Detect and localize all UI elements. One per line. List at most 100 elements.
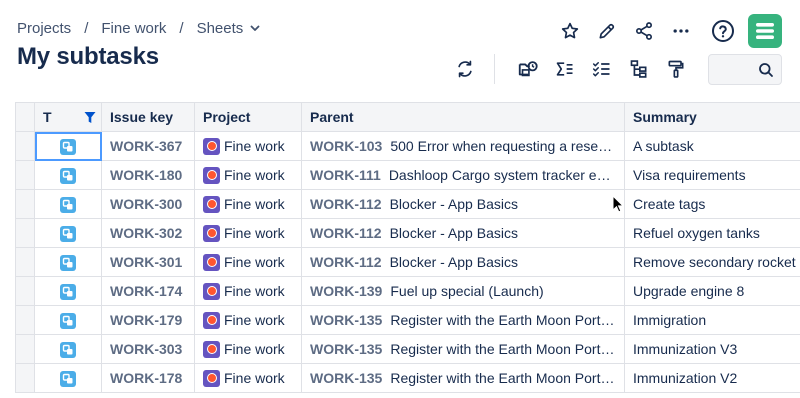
cell-issue-key[interactable]: WORK-367 [101,131,195,161]
row-handle[interactable] [15,160,35,190]
cell-parent[interactable]: WORK-112 Blocker - App Basics [301,189,625,219]
app-logo-icon[interactable] [748,14,782,48]
folder-clock-icon[interactable] [513,54,543,84]
cell-summary[interactable]: Immunization V2 [624,363,800,393]
table-row[interactable]: WORK-300 Fine work WORK-112 Blocker - App B… [15,189,800,219]
breadcrumb-projects[interactable]: Projects [17,20,71,37]
column-header-project[interactable]: Project [194,102,302,132]
cell-parent[interactable]: WORK-135 Register with the Earth Moon Por… [301,334,625,364]
hierarchy-icon[interactable] [624,54,654,84]
refresh-icon[interactable] [450,54,480,84]
help-icon[interactable] [708,16,738,46]
search-input[interactable] [709,55,757,84]
cell-type[interactable] [34,189,102,219]
cell-project[interactable]: Fine work [194,363,302,393]
parent-key-link[interactable]: WORK-135 [310,312,382,328]
issue-key-link[interactable]: WORK-302 [110,225,182,241]
cell-project[interactable]: Fine work [194,160,302,190]
cell-type[interactable] [34,334,102,364]
share-icon[interactable] [629,16,659,46]
issue-key-link[interactable]: WORK-179 [110,312,182,328]
cell-summary[interactable]: Upgrade engine 8 [624,276,800,306]
issue-key-link[interactable]: WORK-180 [110,167,182,183]
cell-issue-key[interactable]: WORK-302 [101,218,195,248]
more-icon[interactable] [666,16,696,46]
chevron-down-icon[interactable] [249,22,261,34]
parent-key-link[interactable]: WORK-103 [310,138,382,154]
issue-key-link[interactable]: WORK-367 [110,138,182,154]
cell-parent[interactable]: WORK-103 500 Error when requesting a rese… [301,131,625,161]
row-handle[interactable] [15,131,35,161]
subtasks-grid[interactable]: T Issue key Project Parent Summary WORK-… [15,102,800,398]
parent-key-link[interactable]: WORK-135 [310,341,382,357]
issue-key-link[interactable]: WORK-178 [110,370,182,386]
cell-summary[interactable]: A subtask [624,131,800,161]
cell-issue-key[interactable]: WORK-301 [101,247,195,277]
cell-type[interactable] [34,247,102,277]
cell-summary[interactable]: Visa requirements [624,160,800,190]
parent-key-link[interactable]: WORK-135 [310,370,382,386]
cell-type[interactable] [34,160,102,190]
cell-project[interactable]: Fine work [194,218,302,248]
checklist-icon[interactable] [587,54,617,84]
parent-key-link[interactable]: WORK-112 [310,225,382,241]
row-handle[interactable] [15,363,35,393]
issue-key-link[interactable]: WORK-174 [110,283,182,299]
cell-type[interactable] [34,218,102,248]
row-handle[interactable] [15,218,35,248]
parent-key-link[interactable]: WORK-112 [310,196,382,212]
cell-type[interactable] [34,131,102,161]
row-handle[interactable] [15,334,35,364]
row-handle[interactable] [15,305,35,335]
cell-project[interactable]: Fine work [194,131,302,161]
cell-issue-key[interactable]: WORK-179 [101,305,195,335]
cell-project[interactable]: Fine work [194,334,302,364]
parent-key-link[interactable]: WORK-139 [310,283,382,299]
column-header-parent[interactable]: Parent [301,102,625,132]
row-handle[interactable] [15,189,35,219]
table-row[interactable]: WORK-174 Fine work WORK-139 Fuel up special… [15,276,800,306]
cell-parent[interactable]: WORK-139 Fuel up special (Launch) [301,276,625,306]
cell-issue-key[interactable]: WORK-180 [101,160,195,190]
table-row[interactable]: WORK-302 Fine work WORK-112 Blocker - App B… [15,218,800,248]
star-icon[interactable] [555,16,585,46]
cell-parent[interactable]: WORK-135 Register with the Earth Moon Por… [301,363,625,393]
row-handle[interactable] [15,276,35,306]
cell-type[interactable] [34,363,102,393]
issue-key-link[interactable]: WORK-303 [110,341,182,357]
cell-summary[interactable]: Create tags [624,189,800,219]
cell-parent[interactable]: WORK-135 Register with the Earth Moon Por… [301,305,625,335]
cell-issue-key[interactable]: WORK-174 [101,276,195,306]
table-row[interactable]: WORK-367 Fine work WORK-103 500 Error when … [15,131,800,161]
cell-parent[interactable]: WORK-112 Blocker - App Basics [301,247,625,277]
cell-project[interactable]: Fine work [194,189,302,219]
row-handle[interactable] [15,247,35,277]
column-header-issue-key[interactable]: Issue key [101,102,195,132]
filter-icon[interactable] [84,111,96,127]
cell-issue-key[interactable]: WORK-300 [101,189,195,219]
breadcrumb-fine-work[interactable]: Fine work [101,20,166,37]
cell-type[interactable] [34,276,102,306]
parent-key-link[interactable]: WORK-112 [310,254,382,270]
pencil-icon[interactable] [592,16,622,46]
cell-parent[interactable]: WORK-111 Dashloop Cargo system tracker em… [301,160,625,190]
column-header-type[interactable]: T [34,102,102,132]
cell-summary[interactable]: Immunization V3 [624,334,800,364]
cell-summary[interactable]: Immigration [624,305,800,335]
cell-project[interactable]: Fine work [194,247,302,277]
cell-issue-key[interactable]: WORK-303 [101,334,195,364]
parent-key-link[interactable]: WORK-111 [310,167,381,183]
table-row[interactable]: WORK-178 Fine work WORK-135 Register with t… [15,363,800,393]
table-row[interactable]: WORK-180 Fine work WORK-111 Dashloop Cargo … [15,160,800,190]
breadcrumb-sheets[interactable]: Sheets [197,20,244,37]
cell-summary[interactable]: Refuel oxygen tanks [624,218,800,248]
paint-roller-icon[interactable] [661,54,691,84]
cell-parent[interactable]: WORK-112 Blocker - App Basics [301,218,625,248]
column-header-summary[interactable]: Summary [624,102,800,132]
cell-issue-key[interactable]: WORK-178 [101,363,195,393]
table-row[interactable]: WORK-301 Fine work WORK-112 Blocker - App B… [15,247,800,277]
cell-project[interactable]: Fine work [194,305,302,335]
cell-type[interactable] [34,305,102,335]
issue-key-link[interactable]: WORK-300 [110,196,182,212]
cell-summary[interactable]: Remove secondary rocket [624,247,800,277]
